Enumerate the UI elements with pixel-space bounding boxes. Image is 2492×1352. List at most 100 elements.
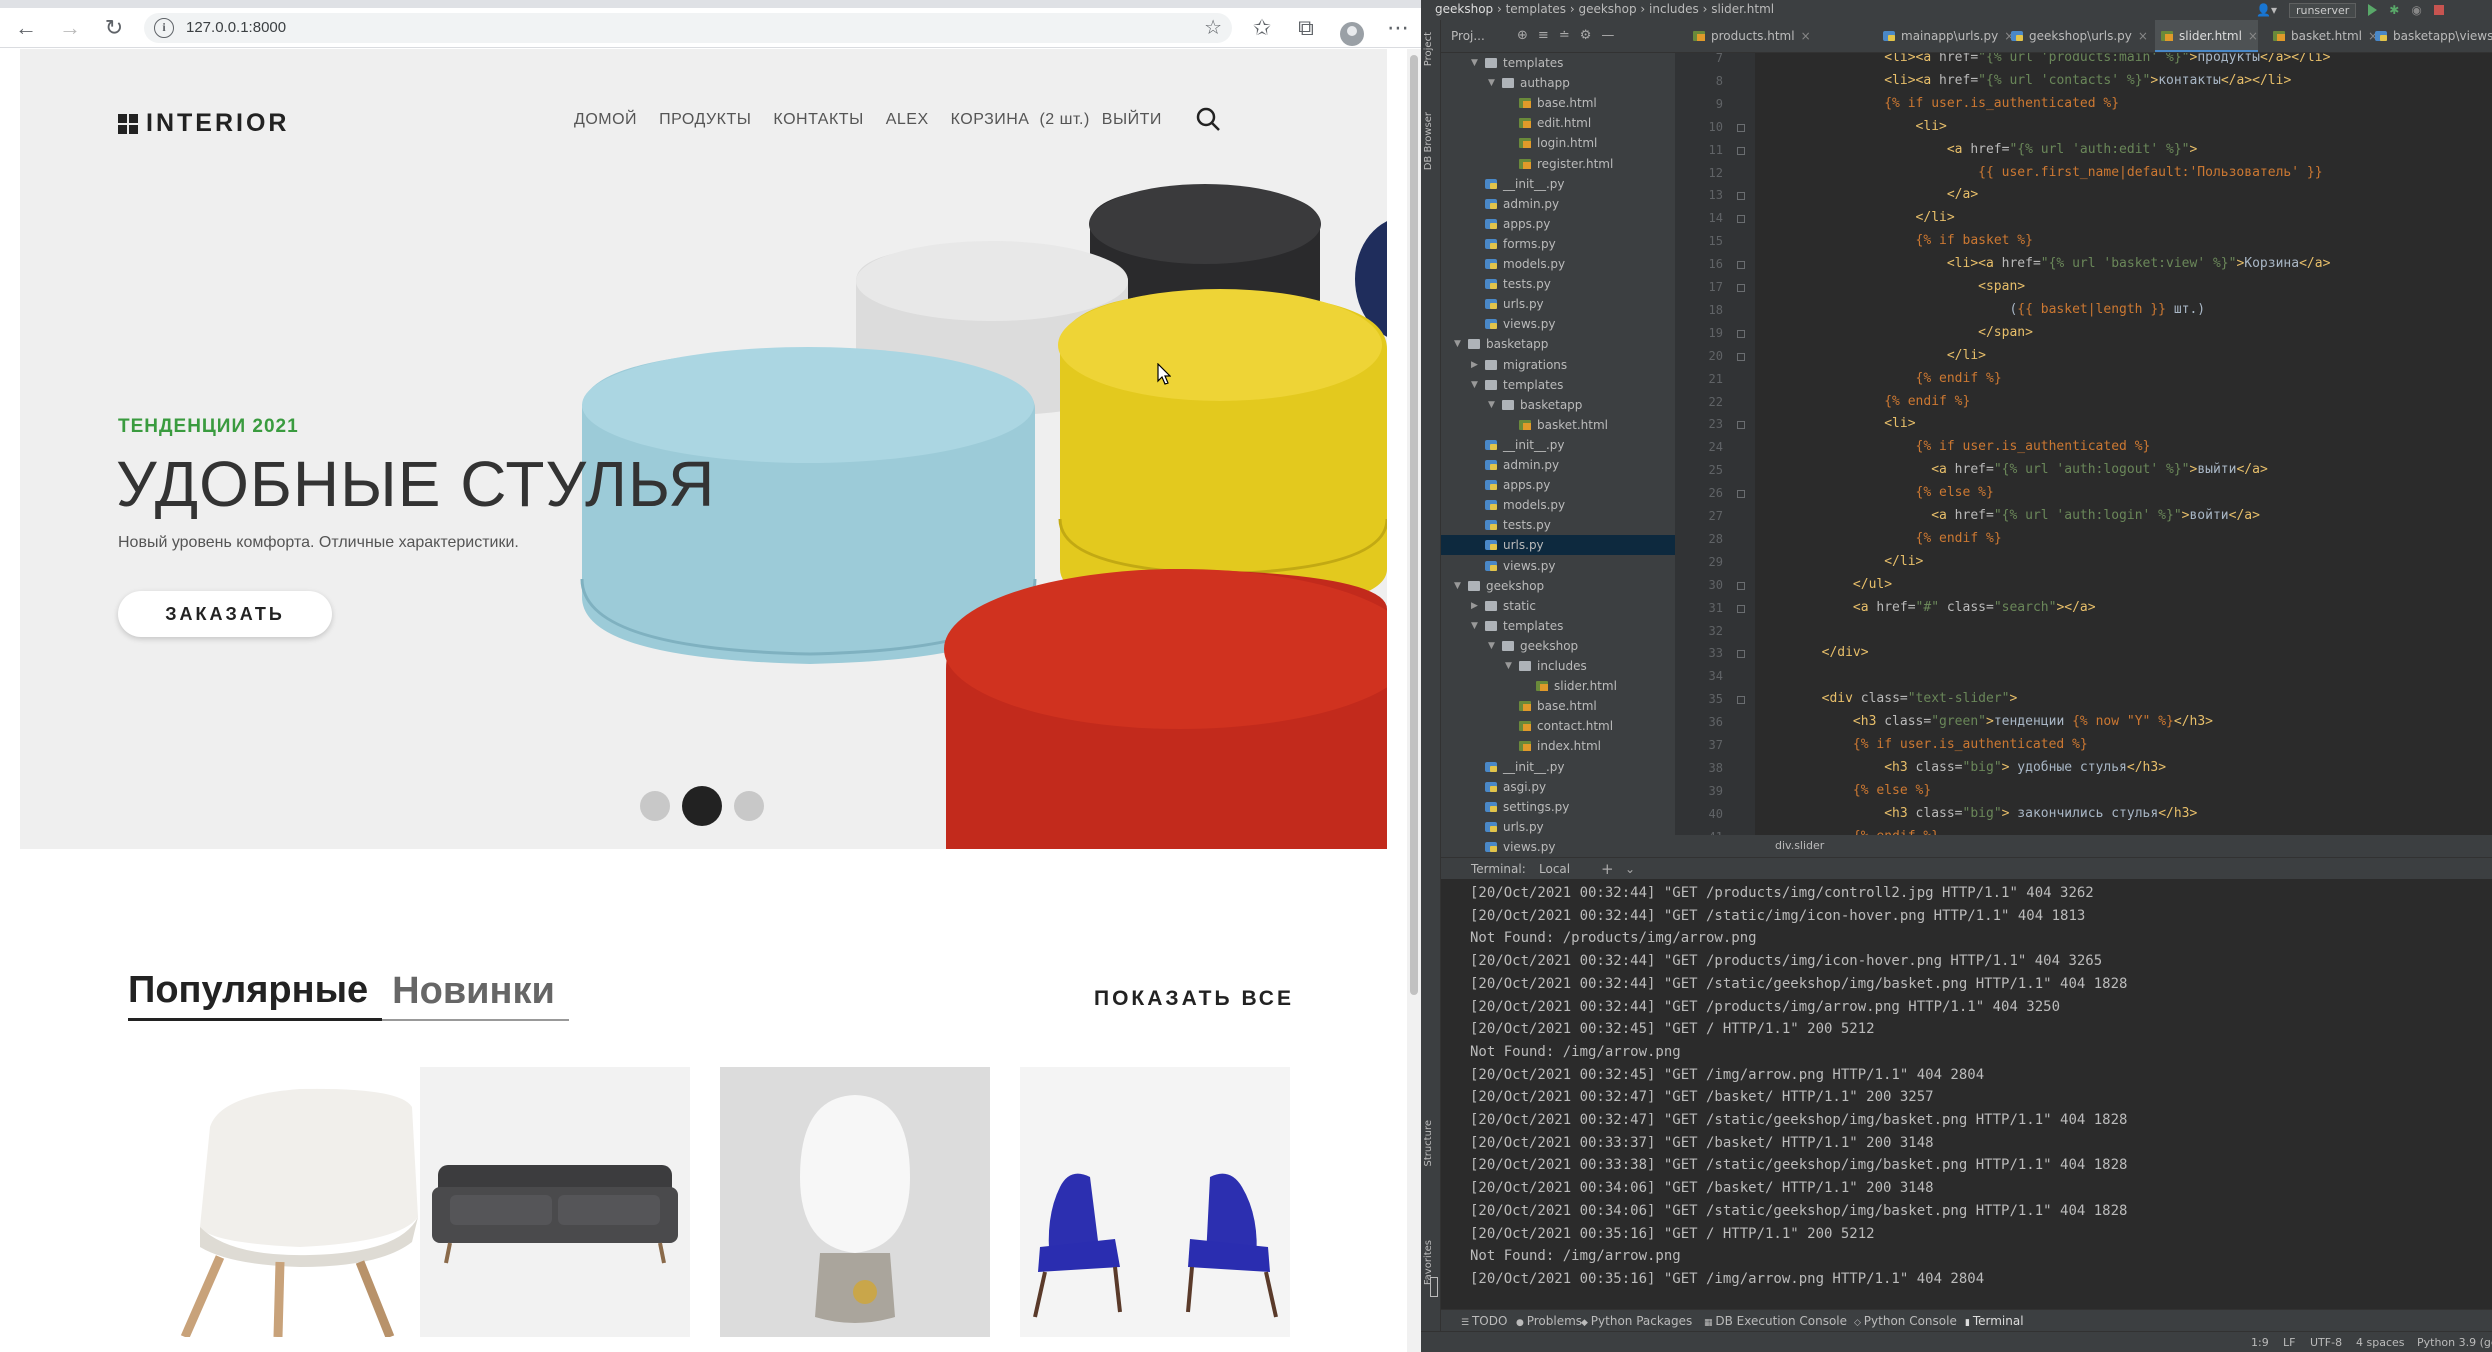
nav-user[interactable]: ALEX [886,111,929,129]
collapse-icon[interactable]: ≐ [1559,28,1570,43]
tree-item[interactable]: views.py [1441,314,1675,334]
code-line[interactable]: {% if user.is_authenticated %} [1759,436,2151,458]
tree-item[interactable]: tests.py [1441,274,1675,294]
fold-marker-icon[interactable] [1737,261,1745,270]
terminal-output[interactable]: [20/Oct/2021 00:32:44] "GET /products/im… [1441,879,2492,1309]
tree-item[interactable]: ▼ templates [1441,53,1675,73]
tree-item[interactable]: urls.py [1441,817,1675,837]
editor-tab[interactable]: products.html × [1687,20,1811,52]
editor-tab[interactable]: basket.html × [2267,20,2378,52]
url-text[interactable]: 127.0.0.1:8000 [186,19,286,36]
tree-item[interactable]: ▶ migrations [1441,355,1675,375]
tree-item[interactable]: base.html [1441,696,1675,716]
bc-templates[interactable]: templates [1506,2,1566,16]
slider-dot[interactable] [640,791,670,821]
tree-item[interactable]: contact.html [1441,716,1675,736]
run-config-select[interactable]: runserver [2288,2,2357,18]
code-line[interactable]: ({{ basket|length }} шт.) [1759,299,2205,321]
fold-marker-icon[interactable] [1737,352,1745,361]
tree-item[interactable]: apps.py [1441,475,1675,495]
tree-item[interactable]: models.py [1441,495,1675,515]
code-line[interactable]: </li> [1759,207,1955,229]
code-line[interactable]: <a href="{% url 'auth:login' %}">войти</… [1759,505,2260,527]
site-info-icon[interactable]: i [154,18,174,38]
tree-item[interactable]: ▶ static [1441,596,1675,616]
code-line[interactable]: <div class="text-slider"> [1759,688,2018,710]
forward-icon[interactable]: → [56,14,84,42]
user-icon[interactable]: 👤▾ [2256,3,2277,17]
tool-structure[interactable]: Structure [1423,1120,1434,1167]
expanded-arrow-icon[interactable]: ▼ [1454,576,1461,596]
tree-item[interactable]: ▼ templates [1441,375,1675,395]
nav-products[interactable]: ПРОДУКТЫ [659,111,751,129]
tree-item[interactable]: login.html [1441,133,1675,153]
code-line[interactable]: <li><a href="{% url 'products:main' %}">… [1759,53,2330,69]
tree-item[interactable]: views.py [1441,556,1675,576]
status-interpreter[interactable]: Python 3.9 (geeksh [2417,1332,2492,1352]
code-line[interactable]: {% if basket %} [1759,230,2033,252]
show-all-link[interactable]: ПОКАЗАТЬ ВСЕ [1094,987,1294,1011]
tree-item[interactable]: edit.html [1441,113,1675,133]
tree-item[interactable]: ▼ authapp [1441,73,1675,93]
fold-marker-icon[interactable] [1737,421,1745,430]
tree-item[interactable]: urls.py [1441,535,1675,556]
collections-icon[interactable]: ⧉ [1292,14,1320,42]
expanded-arrow-icon[interactable]: ▼ [1454,334,1461,354]
coverage-icon[interactable]: ◉ [2411,3,2421,17]
tree-item[interactable]: urls.py [1441,294,1675,314]
code-line[interactable]: </ul> [1759,574,1892,596]
tree-item[interactable]: ▼ basketapp [1441,334,1675,354]
settings-icon[interactable]: ⚙ [1580,28,1592,43]
run-icon[interactable] [2368,4,2378,16]
tree-item[interactable]: apps.py [1441,214,1675,234]
expanded-arrow-icon[interactable]: ▼ [1488,636,1495,656]
locate-icon[interactable]: ⊕ [1517,28,1528,43]
code-line[interactable]: {% else %} [1759,780,1931,802]
code-line[interactable]: </span> [1759,322,2033,344]
nav-basket[interactable]: КОРЗИНА [951,111,1030,129]
tree-item[interactable]: index.html [1441,736,1675,756]
fold-marker-icon[interactable] [1737,192,1745,201]
editor-tab[interactable]: basketapp\views.py× [2369,20,2492,52]
code-line[interactable]: {% if user.is_authenticated %} [1759,93,2119,115]
collapsed-arrow-icon[interactable]: ▶ [1471,355,1478,375]
nav-logout[interactable]: ВЫЙТИ [1102,111,1162,129]
new-terminal-icon[interactable]: + [1601,858,1614,880]
expanded-arrow-icon[interactable]: ▼ [1488,73,1495,93]
code-line[interactable]: </a> [1759,184,1978,206]
code-line[interactable]: {% if user.is_authenticated %} [1759,734,2088,756]
fold-marker-icon[interactable] [1737,123,1745,132]
close-tab-icon[interactable]: × [1801,29,1811,43]
code-line[interactable]: <a href="#" class="search"></a> [1759,597,2096,619]
tree-item[interactable]: base.html [1441,93,1675,113]
tree-item[interactable]: ▼ templates [1441,616,1675,636]
tree-item[interactable]: views.py [1441,837,1675,857]
bc-project[interactable]: geekshop [1435,2,1493,16]
tool-db-browser[interactable]: DB Browser [1423,112,1434,170]
tree-item[interactable]: __init__.py [1441,174,1675,194]
code-line[interactable]: <h3 class="green">тенденции {% now "Y" %… [1759,711,2213,733]
code-line[interactable]: </li> [1759,551,1923,573]
expanded-arrow-icon[interactable]: ▼ [1488,395,1495,415]
status-indent[interactable]: 4 spaces [2356,1332,2405,1352]
code-line[interactable]: <span> [1759,276,2025,298]
code-line[interactable]: {% endif %} [1759,368,2002,390]
tree-item[interactable]: ▼ includes [1441,656,1675,676]
bc-file[interactable]: slider.html [1711,2,1774,16]
code-line[interactable]: {{ user.first_name|default:'Пользователь… [1759,162,2322,184]
more-menu-icon[interactable]: ⋯ [1384,14,1412,42]
tree-item[interactable]: models.py [1441,254,1675,274]
code-line[interactable]: <li><a href="{% url 'basket:view' %}">Ко… [1759,253,2331,275]
debug-icon[interactable]: ✱ [2389,3,2399,17]
tool-project[interactable]: Project [1423,32,1434,66]
tree-item[interactable]: ▼ basketapp [1441,395,1675,415]
product-white-chair[interactable] [150,1067,440,1337]
collapsed-arrow-icon[interactable]: ▶ [1471,596,1478,616]
expand-icon[interactable]: ≡ [1538,28,1549,43]
tree-item[interactable]: register.html [1441,154,1675,174]
editor-tab[interactable]: geekshop\urls.py × [2005,20,2148,52]
profile-avatar[interactable] [1340,22,1364,46]
expanded-arrow-icon[interactable]: ▼ [1505,656,1512,676]
slider-dot[interactable] [734,791,764,821]
tree-item[interactable]: __init__.py [1441,757,1675,777]
